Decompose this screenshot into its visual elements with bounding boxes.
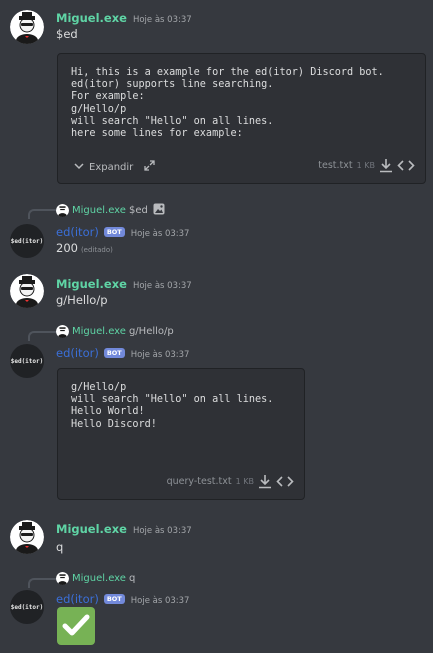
reply-reference[interactable]: Miguel.exe q [56,572,135,585]
message-text: q [56,540,64,554]
file-size: 1 KB [356,161,375,170]
user-avatar[interactable] [10,10,44,44]
reply-reference[interactable]: Miguel.exe g/Hello/p [56,325,174,338]
author-name[interactable]: Miguel.exe Hoje às 03:37 [56,277,192,291]
timestamp: Hoje às 03:37 [132,526,192,536]
bot-badge: BOT [103,227,125,237]
file-preview-test: Hi, this is a example for the ed(itor) D… [57,53,426,184]
bot-avatar[interactable]: $ed(itor) [10,590,44,624]
author-name[interactable]: Miguel.exe Hoje às 03:37 [56,522,192,536]
file-size: 1 KB [235,477,254,486]
reply-avatar [56,325,69,338]
reply-author[interactable]: Miguel.exe [72,573,126,584]
bot-avatar-label: $ed(itor) [10,237,44,245]
reply-connector [28,209,56,219]
bot-badge: BOT [103,594,125,604]
file-content: g/Hello/p will search "Hello" on all lin… [71,382,274,430]
reply-avatar [56,572,69,585]
check-icon [62,613,90,640]
bot-avatar[interactable]: $ed(itor) [10,344,44,378]
expand-button[interactable]: Expandir [74,160,155,174]
reply-avatar [56,204,69,217]
timestamp: Hoje às 03:37 [132,281,192,291]
reply-author[interactable]: Miguel.exe [72,326,126,337]
timestamp: Hoje às 03:37 [130,350,190,360]
reply-author[interactable]: Miguel.exe [72,205,126,216]
author-label[interactable]: Miguel.exe [56,522,127,536]
reply-text: g/Hello/p [128,326,174,337]
reply-text: $ed [128,205,148,216]
user-avatar[interactable] [10,520,44,554]
bot-badge: BOT [103,348,125,358]
code-icon[interactable] [397,159,415,172]
expand-label: Expandir [89,161,134,173]
bot-author[interactable]: ed(itor) BOT Hoje às 03:37 [56,346,189,360]
edited-label: (editado) [80,246,113,254]
file-footer: query-test.txt 1 KB [167,474,294,489]
bot-author-label[interactable]: ed(itor) [56,346,99,360]
message-text: 200 (editado) [56,241,113,255]
reply-connector [28,578,56,588]
reply-connector [28,331,56,341]
bot-author[interactable]: ed(itor) BOT Hoje às 03:37 [56,592,189,606]
bot-message-text: 200 [56,241,78,255]
message-text: $ed [56,27,78,41]
author-label[interactable]: Miguel.exe [56,11,127,25]
file-name: test.txt [318,160,353,171]
bot-avatar-label: $ed(itor) [10,603,44,611]
author-label[interactable]: Miguel.exe [56,277,127,291]
download-icon[interactable] [379,158,393,173]
check-mark-emoji [57,607,95,645]
image-icon [153,203,165,218]
file-name: query-test.txt [166,476,232,487]
reply-reference[interactable]: Miguel.exe $ed [56,203,165,218]
timestamp: Hoje às 03:37 [132,15,192,25]
code-icon[interactable] [276,475,294,488]
file-footer: test.txt 1 KB [318,158,415,173]
message-text: g/Hello/p [56,293,108,307]
fullscreen-icon[interactable] [144,160,155,174]
file-preview-query-test: g/Hello/p will search "Hello" on all lin… [57,368,305,500]
bot-author-label[interactable]: ed(itor) [56,225,99,239]
timestamp: Hoje às 03:37 [130,596,190,606]
chevron-down-icon [74,162,84,173]
download-icon[interactable] [258,474,272,489]
file-content: Hi, this is a example for the ed(itor) D… [71,67,384,140]
bot-avatar[interactable]: $ed(itor) [10,224,44,258]
bot-avatar-label: $ed(itor) [10,357,44,365]
timestamp: Hoje às 03:37 [130,229,190,239]
reply-text: q [128,573,136,584]
bot-author-label[interactable]: ed(itor) [56,592,99,606]
bot-author[interactable]: ed(itor) BOT Hoje às 03:37 [56,225,189,239]
author-name[interactable]: Miguel.exe Hoje às 03:37 [56,11,192,25]
user-avatar[interactable] [10,274,44,308]
